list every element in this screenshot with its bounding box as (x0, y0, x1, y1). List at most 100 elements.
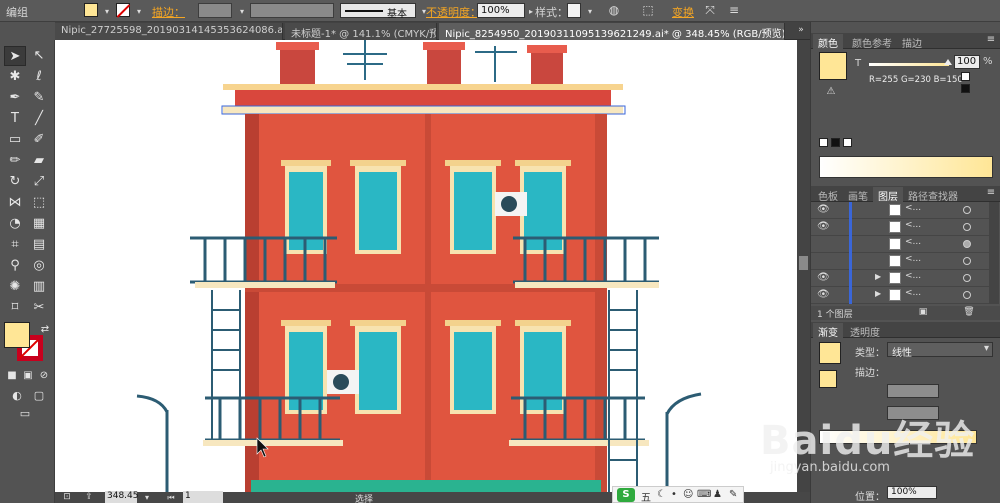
target-circle-icon[interactable] (963, 223, 971, 231)
direct-select-icon[interactable]: ↖ (28, 46, 50, 66)
opacity-link[interactable]: 不透明度： (426, 4, 481, 20)
lasso-icon[interactable]: ℓ (28, 67, 50, 87)
chevron-down-icon[interactable]: ▾ (131, 4, 147, 19)
eyedropper-icon[interactable]: ⚲ (4, 256, 26, 276)
align-icon[interactable]: ⬚ (640, 3, 656, 18)
gradient-icon[interactable]: ▤ (28, 235, 50, 255)
opacity-input[interactable]: 100% (477, 3, 525, 18)
mesh-icon[interactable]: ⌗ (4, 235, 26, 255)
paintbrush-icon[interactable]: ✐ (28, 130, 50, 150)
selection-arrow-icon[interactable]: ➤ (4, 46, 26, 66)
navigator-icon[interactable]: ⊡ (59, 490, 75, 503)
tint-value-input[interactable]: 100 (954, 55, 980, 69)
symbol-sprayer-icon[interactable]: ✺ (4, 277, 26, 297)
stroke-style-select[interactable]: 基本 (340, 3, 416, 20)
artboard-number-field[interactable]: 1 (183, 491, 223, 503)
first-artboard-icon[interactable]: ⏮ (163, 490, 179, 503)
recolor-artwork-icon[interactable]: ◍ (606, 3, 622, 18)
tabs-overflow-icon[interactable]: » (793, 23, 809, 38)
expand-triangle-icon[interactable]: ▶ (875, 289, 881, 298)
chevron-down-icon[interactable]: ▾ (582, 4, 598, 19)
keyboard-icon[interactable]: ⌨ (697, 489, 711, 500)
moon-icon[interactable]: ☾ (657, 489, 666, 500)
trash-icon[interactable]: 🗑 (961, 305, 977, 320)
change-screen-mode-icon[interactable]: ▭ (14, 404, 36, 424)
tab-color[interactable]: 颜色 (813, 34, 843, 50)
black-mini-swatch[interactable] (831, 138, 840, 147)
color-fill-swatch[interactable] (819, 52, 847, 80)
target-circle-icon[interactable] (963, 257, 971, 265)
zoom-level-field[interactable]: 348.45 (105, 491, 139, 503)
visibility-eye-icon[interactable]: 👁 (817, 204, 830, 215)
chevron-down-icon[interactable]: ▾ (139, 490, 155, 503)
visibility-eye-icon[interactable]: 👁 (817, 221, 830, 232)
perspective-icon[interactable]: ▦ (28, 214, 50, 234)
layer-row[interactable]: 👁 ▶ <... (811, 270, 989, 287)
visibility-eye-icon[interactable]: 👁 (817, 272, 830, 283)
pen-icon[interactable]: ✒ (4, 88, 26, 108)
type-icon[interactable]: T (4, 109, 26, 129)
none-swatch[interactable] (819, 138, 828, 147)
tab-brushes[interactable]: 画笔 (843, 187, 873, 203)
layer-row[interactable]: <... (811, 236, 989, 253)
ime-toolbar[interactable]: S 五 ☾ • ☺ ⌨ ♟ ✎ (612, 486, 744, 503)
draw-mode-icon[interactable]: ◐ (6, 386, 28, 406)
fill-swatch[interactable] (84, 3, 98, 17)
tint-slider[interactable] (869, 59, 952, 66)
none-mode-icon[interactable]: ⊘ (33, 366, 55, 386)
layer-row[interactable]: 👁 ▶ <... (811, 287, 989, 304)
share-icon[interactable]: ⇪ (81, 490, 97, 503)
pencil-icon[interactable]: ✏ (4, 151, 26, 171)
panel-menu-icon[interactable]: ≡ (983, 32, 999, 47)
layer-row[interactable]: 👁 <... (811, 219, 989, 236)
gradient-swatch[interactable] (819, 342, 841, 364)
chevron-down-icon[interactable]: ▾ (234, 4, 250, 19)
tab-stroke[interactable]: 描边 (897, 34, 927, 50)
column-graph-icon[interactable]: ▥ (28, 277, 50, 297)
white-swatch[interactable] (961, 72, 970, 81)
stroke-swatch[interactable] (116, 3, 130, 17)
layers-scrollbar[interactable] (989, 202, 999, 304)
visibility-eye-icon[interactable]: 👁 (817, 289, 830, 300)
settings-wrench-icon[interactable]: ✎ (729, 489, 737, 500)
rotate-icon[interactable]: ↻ (4, 172, 26, 192)
stroke-link[interactable]: 描边： (152, 4, 185, 20)
chevron-down-icon[interactable]: ▾ (99, 4, 115, 19)
scale-icon[interactable]: ⤢ (28, 172, 50, 192)
black-swatch[interactable] (961, 84, 970, 93)
eraser-icon[interactable]: ▰ (28, 151, 50, 171)
gradient-type-select[interactable]: 线性 (887, 342, 993, 359)
target-circle-icon[interactable] (963, 240, 971, 248)
shape-builder-icon[interactable]: ◔ (4, 214, 26, 234)
variable-width-profile[interactable] (250, 3, 334, 18)
new-layer-icon[interactable]: ▣ (915, 305, 931, 320)
tab-document-1[interactable]: Nipic_27725598_20190314145353624086.ai*✕ (55, 23, 283, 40)
style-swatch[interactable] (567, 3, 581, 18)
toolbar-fill-swatch[interactable] (4, 322, 30, 348)
tab-transparency[interactable]: 透明度 (845, 323, 885, 339)
scrollbar-thumb[interactable] (799, 256, 808, 270)
layer-row[interactable]: 👁 <... (811, 202, 989, 219)
tab-pathfinder[interactable]: 路径查找器 (903, 187, 963, 203)
target-circle-icon[interactable] (963, 291, 971, 299)
tab-swatches[interactable]: 色板 (813, 187, 843, 203)
tab-layers[interactable]: 图层 (873, 187, 903, 203)
gradient-fill-swatch[interactable] (819, 370, 837, 388)
ime-mode-label[interactable]: 五 (641, 489, 651, 503)
tab-document-3[interactable]: Nipic_8254950_20190311095139621249.ai* @… (439, 23, 785, 40)
screen-mode-icon[interactable]: ▢ (28, 386, 50, 406)
transform-link[interactable]: 变换 (672, 4, 694, 20)
target-circle-icon[interactable] (963, 274, 971, 282)
stroke-weight-field[interactable] (198, 3, 232, 18)
tab-gradient[interactable]: 渐变 (813, 323, 843, 339)
color-spectrum-bar[interactable] (819, 156, 993, 178)
curvature-icon[interactable]: ✎ (28, 88, 50, 108)
panel-menu-icon[interactable]: ≡ (726, 3, 742, 18)
rectangle-icon[interactable]: ▭ (4, 130, 26, 150)
free-transform-icon[interactable]: ⬚ (28, 193, 50, 213)
artboard-canvas[interactable] (55, 40, 797, 492)
target-circle-icon[interactable] (963, 206, 971, 214)
punctuation-icon[interactable]: • (671, 489, 677, 500)
emoji-icon[interactable]: ☺ (683, 489, 693, 500)
layer-row[interactable]: <... (811, 253, 989, 270)
